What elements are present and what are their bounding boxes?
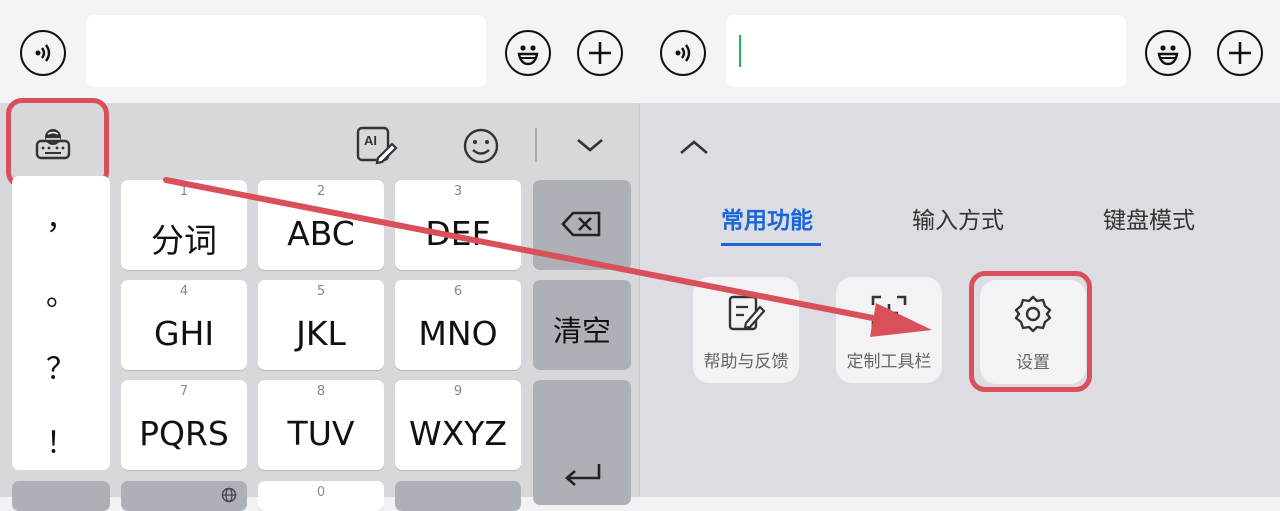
arrow-line [163,177,881,322]
annotation-arrow [163,177,932,337]
arrow-head [870,303,932,337]
